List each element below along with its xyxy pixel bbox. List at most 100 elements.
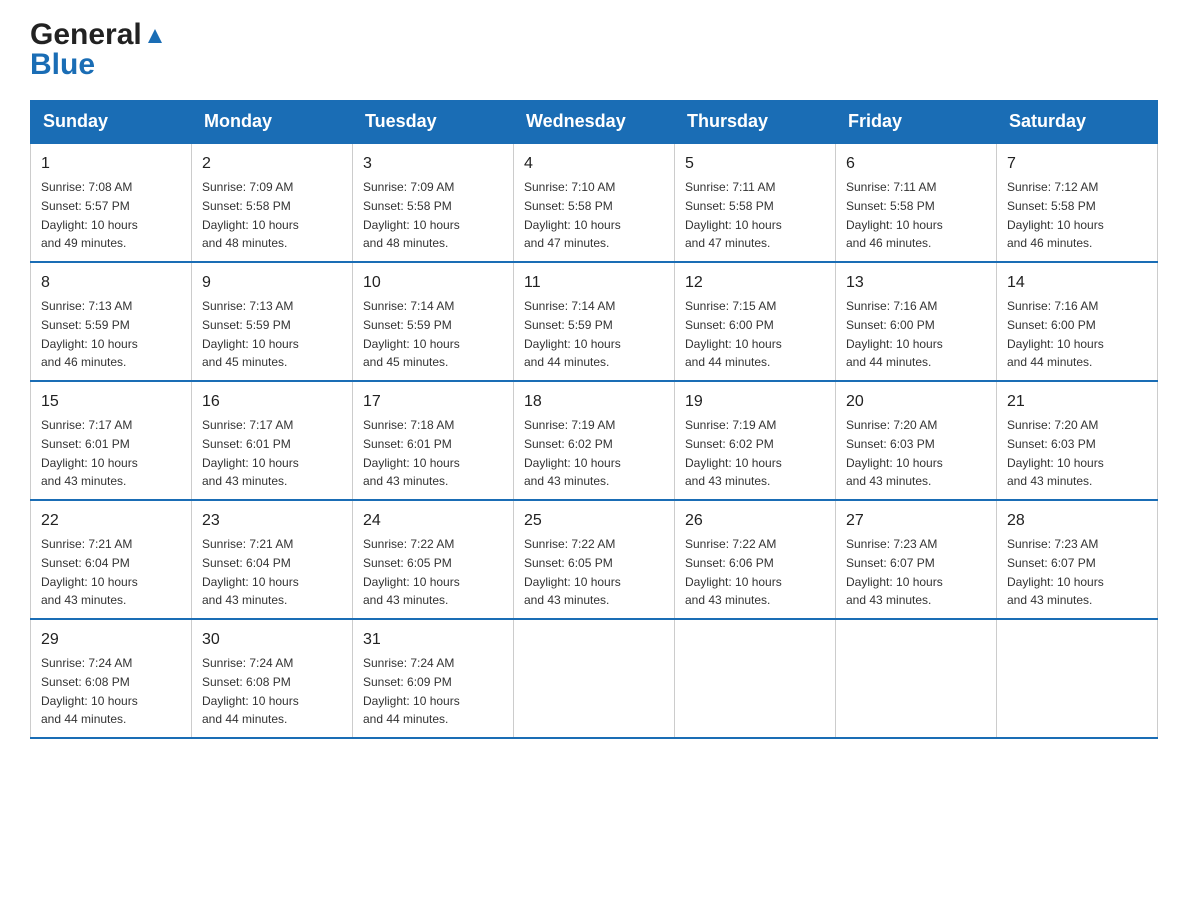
day-number: 25 (524, 509, 664, 533)
day-info: Sunrise: 7:14 AMSunset: 5:59 PMDaylight:… (363, 299, 460, 369)
day-number: 5 (685, 152, 825, 176)
calendar-week-row: 22 Sunrise: 7:21 AMSunset: 6:04 PMDaylig… (31, 500, 1158, 619)
calendar-cell: 15 Sunrise: 7:17 AMSunset: 6:01 PMDaylig… (31, 381, 192, 500)
day-number: 9 (202, 271, 342, 295)
day-number: 19 (685, 390, 825, 414)
day-info: Sunrise: 7:20 AMSunset: 6:03 PMDaylight:… (1007, 418, 1104, 488)
header-friday: Friday (836, 101, 997, 144)
day-info: Sunrise: 7:09 AMSunset: 5:58 PMDaylight:… (202, 180, 299, 250)
calendar-cell: 30 Sunrise: 7:24 AMSunset: 6:08 PMDaylig… (192, 619, 353, 738)
day-number: 8 (41, 271, 181, 295)
calendar-cell: 20 Sunrise: 7:20 AMSunset: 6:03 PMDaylig… (836, 381, 997, 500)
day-number: 10 (363, 271, 503, 295)
day-info: Sunrise: 7:12 AMSunset: 5:58 PMDaylight:… (1007, 180, 1104, 250)
calendar-week-row: 15 Sunrise: 7:17 AMSunset: 6:01 PMDaylig… (31, 381, 1158, 500)
day-info: Sunrise: 7:16 AMSunset: 6:00 PMDaylight:… (1007, 299, 1104, 369)
calendar-cell: 1 Sunrise: 7:08 AMSunset: 5:57 PMDayligh… (31, 143, 192, 262)
day-info: Sunrise: 7:15 AMSunset: 6:00 PMDaylight:… (685, 299, 782, 369)
day-info: Sunrise: 7:11 AMSunset: 5:58 PMDaylight:… (685, 180, 782, 250)
calendar-cell: 24 Sunrise: 7:22 AMSunset: 6:05 PMDaylig… (353, 500, 514, 619)
day-number: 7 (1007, 152, 1147, 176)
header-saturday: Saturday (997, 101, 1158, 144)
day-number: 23 (202, 509, 342, 533)
header-tuesday: Tuesday (353, 101, 514, 144)
day-info: Sunrise: 7:23 AMSunset: 6:07 PMDaylight:… (1007, 537, 1104, 607)
day-info: Sunrise: 7:13 AMSunset: 5:59 PMDaylight:… (202, 299, 299, 369)
day-info: Sunrise: 7:13 AMSunset: 5:59 PMDaylight:… (41, 299, 138, 369)
calendar-cell: 29 Sunrise: 7:24 AMSunset: 6:08 PMDaylig… (31, 619, 192, 738)
day-info: Sunrise: 7:21 AMSunset: 6:04 PMDaylight:… (41, 537, 138, 607)
day-info: Sunrise: 7:22 AMSunset: 6:06 PMDaylight:… (685, 537, 782, 607)
day-info: Sunrise: 7:22 AMSunset: 6:05 PMDaylight:… (363, 537, 460, 607)
day-info: Sunrise: 7:18 AMSunset: 6:01 PMDaylight:… (363, 418, 460, 488)
calendar-cell: 25 Sunrise: 7:22 AMSunset: 6:05 PMDaylig… (514, 500, 675, 619)
calendar-cell: 14 Sunrise: 7:16 AMSunset: 6:00 PMDaylig… (997, 262, 1158, 381)
day-info: Sunrise: 7:22 AMSunset: 6:05 PMDaylight:… (524, 537, 621, 607)
calendar-header-row: SundayMondayTuesdayWednesdayThursdayFrid… (31, 101, 1158, 144)
header-monday: Monday (192, 101, 353, 144)
calendar-cell (836, 619, 997, 738)
day-number: 3 (363, 152, 503, 176)
day-info: Sunrise: 7:24 AMSunset: 6:08 PMDaylight:… (202, 656, 299, 726)
calendar-cell: 27 Sunrise: 7:23 AMSunset: 6:07 PMDaylig… (836, 500, 997, 619)
day-number: 21 (1007, 390, 1147, 414)
day-number: 27 (846, 509, 986, 533)
page-header: General Blue (30, 20, 1158, 80)
calendar-cell: 4 Sunrise: 7:10 AMSunset: 5:58 PMDayligh… (514, 143, 675, 262)
calendar-cell: 26 Sunrise: 7:22 AMSunset: 6:06 PMDaylig… (675, 500, 836, 619)
day-number: 2 (202, 152, 342, 176)
logo-general-text: General (30, 20, 142, 50)
day-info: Sunrise: 7:17 AMSunset: 6:01 PMDaylight:… (41, 418, 138, 488)
day-number: 22 (41, 509, 181, 533)
day-info: Sunrise: 7:14 AMSunset: 5:59 PMDaylight:… (524, 299, 621, 369)
calendar-cell: 18 Sunrise: 7:19 AMSunset: 6:02 PMDaylig… (514, 381, 675, 500)
day-number: 26 (685, 509, 825, 533)
header-thursday: Thursday (675, 101, 836, 144)
day-info: Sunrise: 7:09 AMSunset: 5:58 PMDaylight:… (363, 180, 460, 250)
calendar-cell: 7 Sunrise: 7:12 AMSunset: 5:58 PMDayligh… (997, 143, 1158, 262)
day-number: 28 (1007, 509, 1147, 533)
day-number: 29 (41, 628, 181, 652)
day-number: 4 (524, 152, 664, 176)
day-info: Sunrise: 7:19 AMSunset: 6:02 PMDaylight:… (524, 418, 621, 488)
day-number: 18 (524, 390, 664, 414)
calendar-cell: 5 Sunrise: 7:11 AMSunset: 5:58 PMDayligh… (675, 143, 836, 262)
calendar-table: SundayMondayTuesdayWednesdayThursdayFrid… (30, 100, 1158, 739)
day-number: 20 (846, 390, 986, 414)
day-number: 6 (846, 152, 986, 176)
calendar-cell: 2 Sunrise: 7:09 AMSunset: 5:58 PMDayligh… (192, 143, 353, 262)
day-number: 12 (685, 271, 825, 295)
calendar-cell: 22 Sunrise: 7:21 AMSunset: 6:04 PMDaylig… (31, 500, 192, 619)
header-sunday: Sunday (31, 101, 192, 144)
day-number: 16 (202, 390, 342, 414)
day-info: Sunrise: 7:24 AMSunset: 6:08 PMDaylight:… (41, 656, 138, 726)
day-number: 15 (41, 390, 181, 414)
calendar-cell: 12 Sunrise: 7:15 AMSunset: 6:00 PMDaylig… (675, 262, 836, 381)
calendar-cell: 31 Sunrise: 7:24 AMSunset: 6:09 PMDaylig… (353, 619, 514, 738)
calendar-cell: 6 Sunrise: 7:11 AMSunset: 5:58 PMDayligh… (836, 143, 997, 262)
day-number: 14 (1007, 271, 1147, 295)
calendar-cell: 21 Sunrise: 7:20 AMSunset: 6:03 PMDaylig… (997, 381, 1158, 500)
day-info: Sunrise: 7:23 AMSunset: 6:07 PMDaylight:… (846, 537, 943, 607)
calendar-cell: 3 Sunrise: 7:09 AMSunset: 5:58 PMDayligh… (353, 143, 514, 262)
day-info: Sunrise: 7:08 AMSunset: 5:57 PMDaylight:… (41, 180, 138, 250)
calendar-week-row: 8 Sunrise: 7:13 AMSunset: 5:59 PMDayligh… (31, 262, 1158, 381)
calendar-cell: 8 Sunrise: 7:13 AMSunset: 5:59 PMDayligh… (31, 262, 192, 381)
day-info: Sunrise: 7:21 AMSunset: 6:04 PMDaylight:… (202, 537, 299, 607)
day-number: 31 (363, 628, 503, 652)
calendar-week-row: 29 Sunrise: 7:24 AMSunset: 6:08 PMDaylig… (31, 619, 1158, 738)
day-number: 17 (363, 390, 503, 414)
logo-triangle-icon (144, 25, 166, 47)
day-number: 24 (363, 509, 503, 533)
day-info: Sunrise: 7:24 AMSunset: 6:09 PMDaylight:… (363, 656, 460, 726)
calendar-cell (675, 619, 836, 738)
logo: General Blue (30, 20, 166, 80)
day-info: Sunrise: 7:16 AMSunset: 6:00 PMDaylight:… (846, 299, 943, 369)
calendar-cell: 16 Sunrise: 7:17 AMSunset: 6:01 PMDaylig… (192, 381, 353, 500)
logo-blue-text: Blue (30, 48, 95, 81)
day-info: Sunrise: 7:11 AMSunset: 5:58 PMDaylight:… (846, 180, 943, 250)
day-number: 11 (524, 271, 664, 295)
calendar-week-row: 1 Sunrise: 7:08 AMSunset: 5:57 PMDayligh… (31, 143, 1158, 262)
calendar-cell (514, 619, 675, 738)
day-info: Sunrise: 7:10 AMSunset: 5:58 PMDaylight:… (524, 180, 621, 250)
